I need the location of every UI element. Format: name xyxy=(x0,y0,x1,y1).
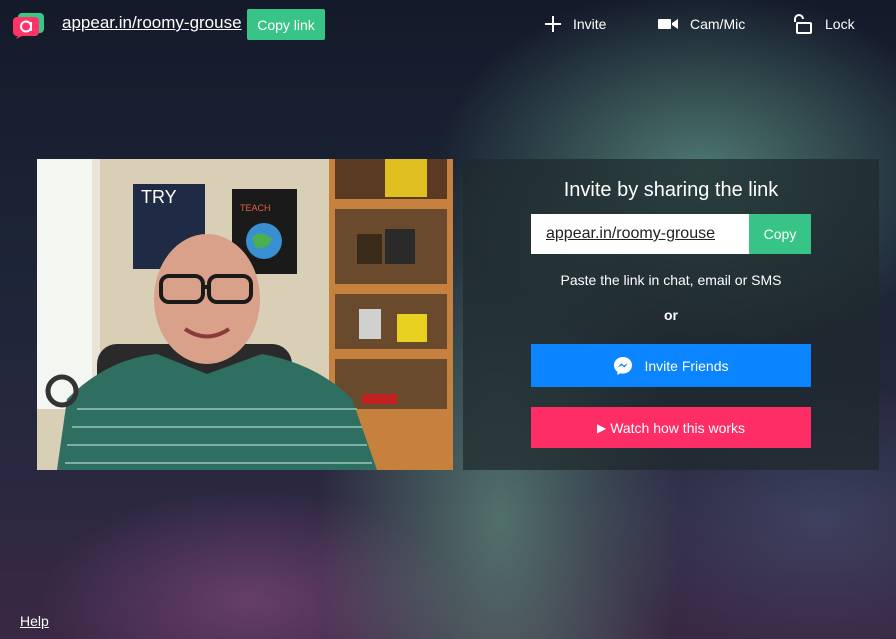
unlock-icon xyxy=(794,14,812,34)
copy-button[interactable]: Copy xyxy=(749,214,811,254)
self-video-feed: TRY TEACH xyxy=(37,159,453,470)
watch-how-label: Watch how this works xyxy=(610,419,746,436)
video-image: TRY TEACH xyxy=(37,159,453,470)
room-link-field[interactable]: appear.in/roomy-grouse xyxy=(531,214,749,254)
or-separator: or xyxy=(664,307,678,323)
poster-text: TRY xyxy=(141,187,177,207)
copy-link-button[interactable]: Copy link xyxy=(247,9,325,40)
invite-panel: Invite by sharing the link appear.in/roo… xyxy=(463,159,879,470)
play-icon: ▶ xyxy=(596,420,607,435)
watch-how-button[interactable]: ▶ Watch how this works xyxy=(531,407,811,448)
poster2-text: TEACH xyxy=(240,203,271,213)
camera-icon xyxy=(658,19,678,29)
top-bar: appear.in/roomy-grouse Copy link Invite … xyxy=(0,0,896,48)
invite-friends-label: Invite Friends xyxy=(644,357,729,374)
invite-label: Invite xyxy=(573,16,607,32)
invite-button[interactable]: Invite xyxy=(545,14,606,34)
lock-label: Lock xyxy=(825,16,855,32)
invite-friends-button[interactable]: Invite Friends xyxy=(531,344,811,387)
room-link-value: appear.in/roomy-grouse xyxy=(546,225,715,242)
help-link[interactable]: Help xyxy=(20,613,49,629)
cam-mic-label: Cam/Mic xyxy=(690,16,746,32)
appear-in-logo-icon[interactable] xyxy=(12,11,46,39)
cam-mic-button[interactable]: Cam/Mic xyxy=(658,14,745,34)
lock-button[interactable]: Lock xyxy=(793,14,855,34)
room-link[interactable]: appear.in/roomy-grouse xyxy=(62,13,242,33)
messenger-icon xyxy=(614,356,633,375)
invite-panel-title: Invite by sharing the link xyxy=(563,179,779,201)
plus-icon xyxy=(545,16,561,32)
paste-hint: Paste the link in chat, email or SMS xyxy=(560,272,782,288)
